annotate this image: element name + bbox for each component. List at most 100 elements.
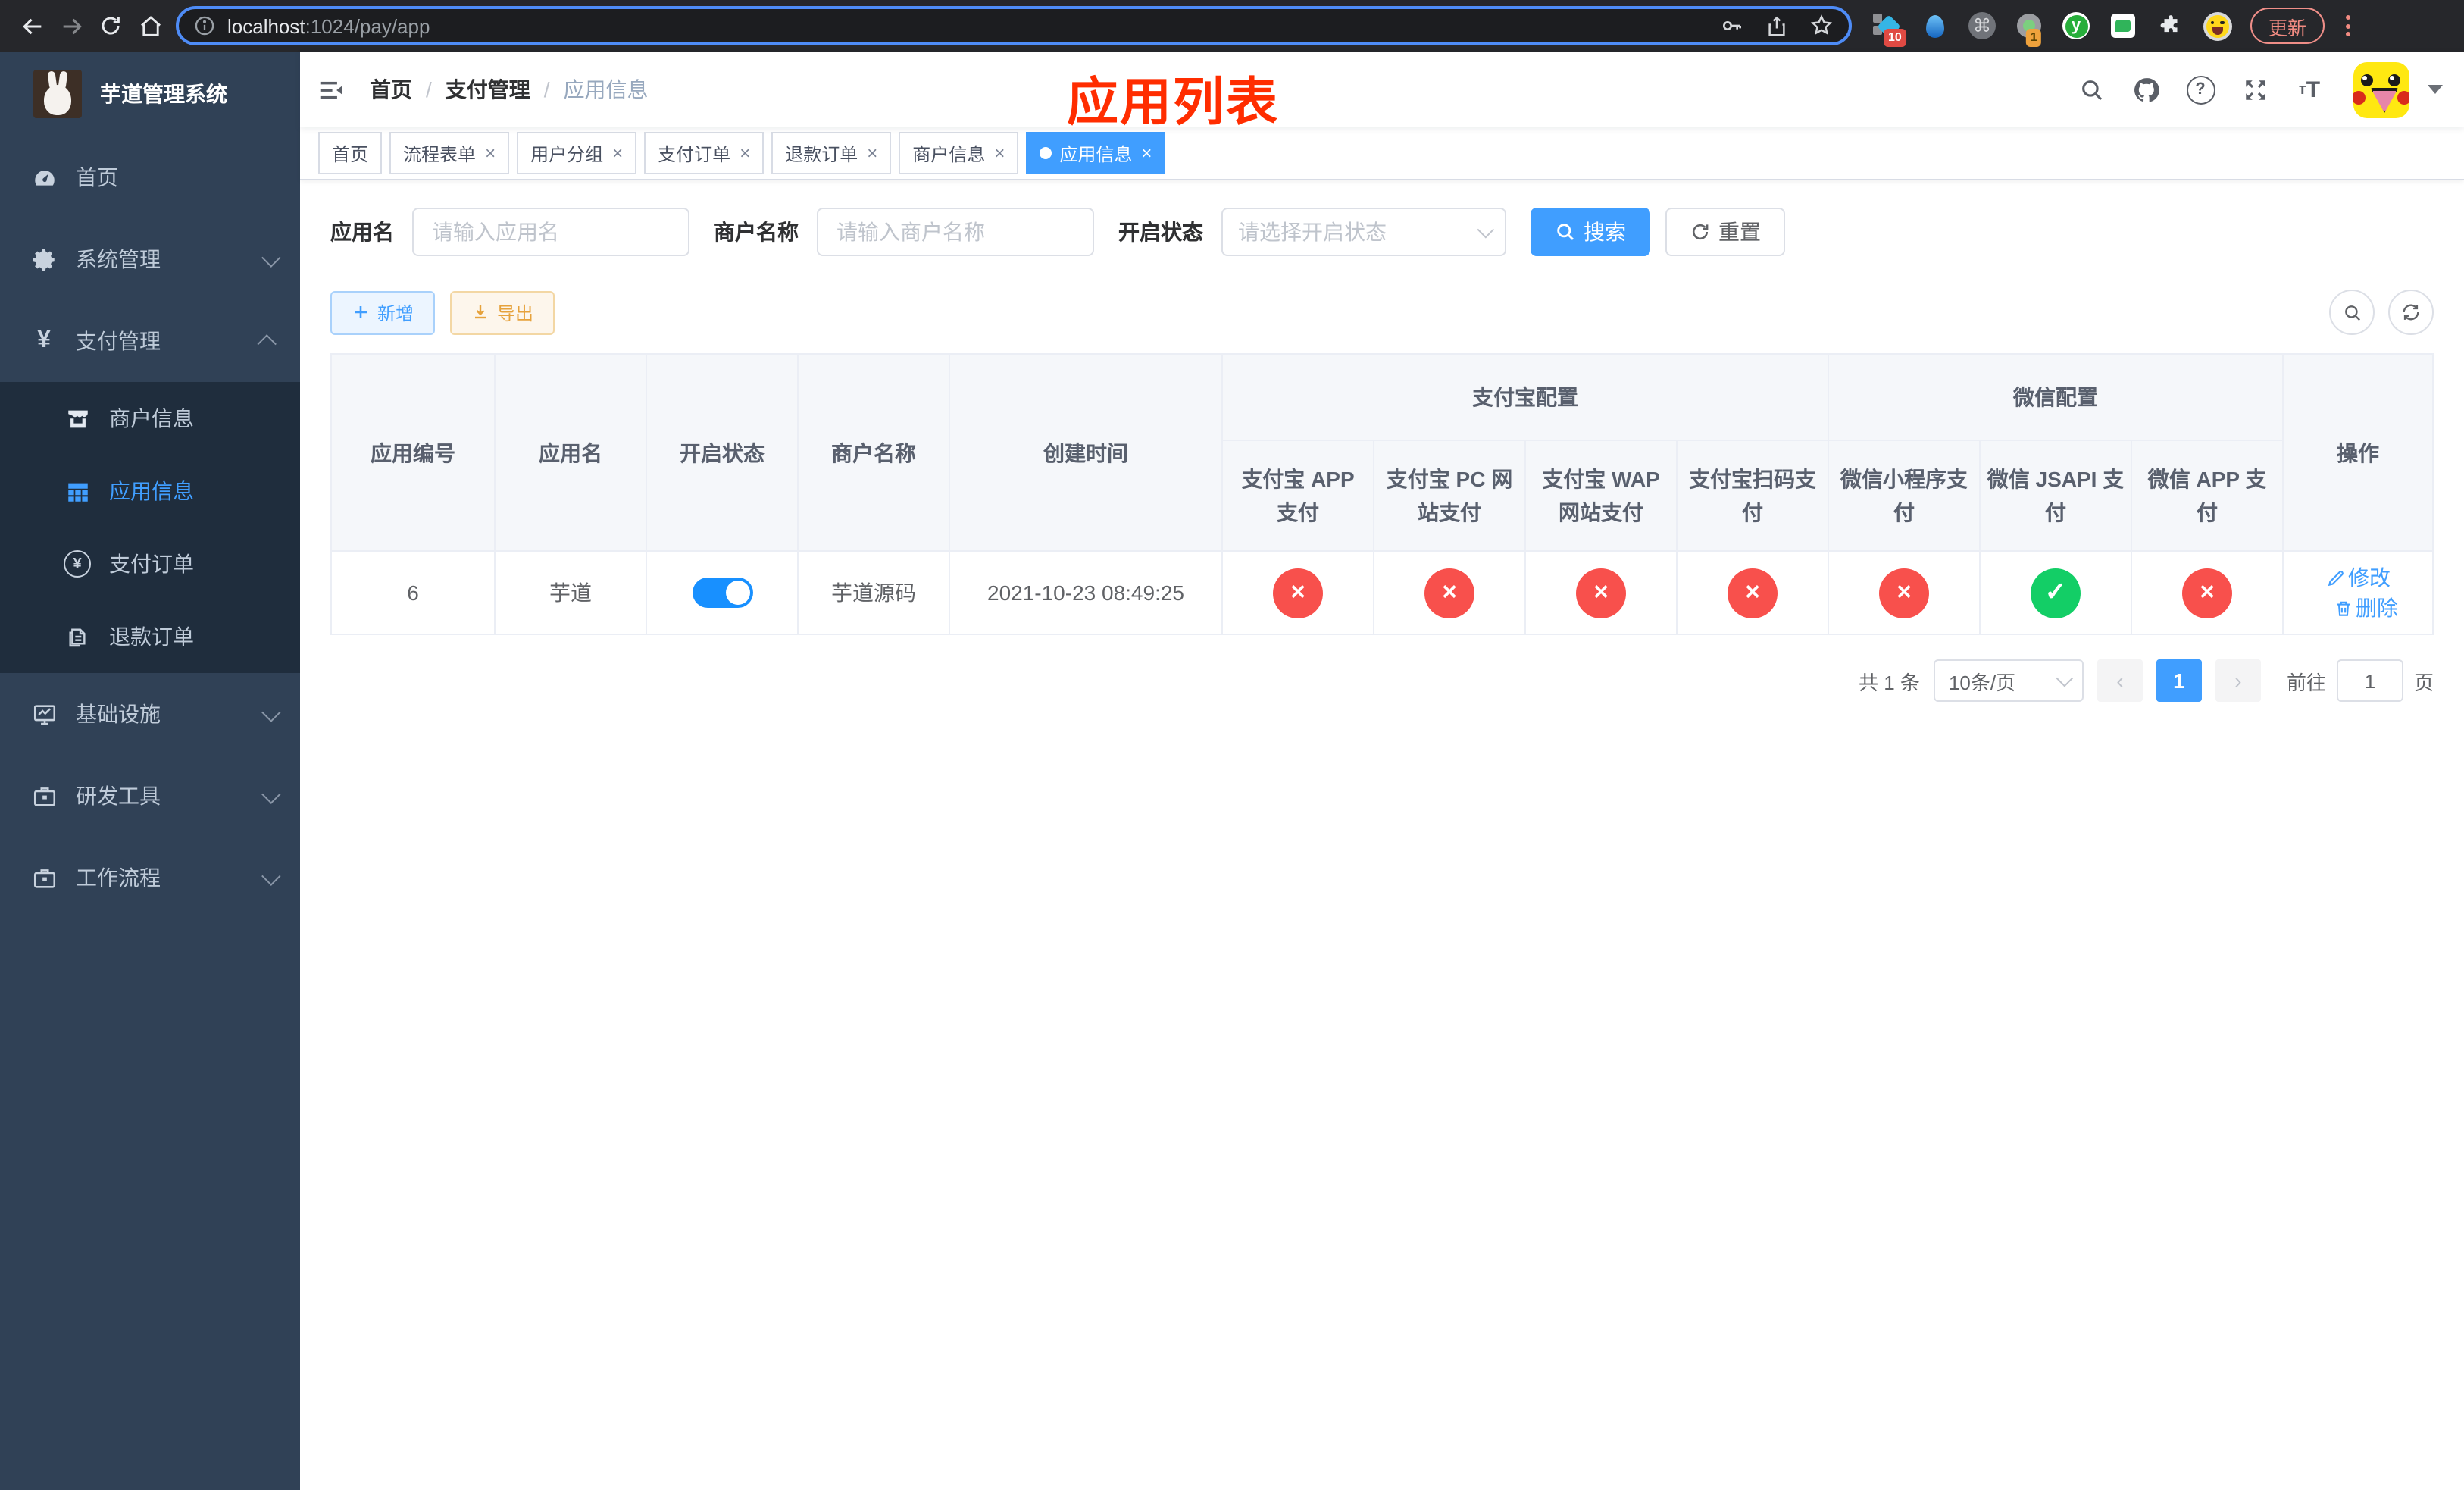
app-logo[interactable]: 芋道管理系统 [0, 52, 300, 136]
cell-app-name: 芋道 [494, 550, 647, 635]
disabled-cross-icon: × [1273, 568, 1323, 618]
tag-用户分组[interactable]: 用户分组 × [517, 132, 637, 174]
table-row: 6 芋道 芋道源码 2021-10-23 08:49:25 × × × × × … [330, 550, 2434, 635]
tag-退款订单[interactable]: 退款订单 × [771, 132, 892, 174]
disabled-cross-icon: × [1879, 568, 1929, 618]
col-wechat-app: 微信 APP 支付 [2130, 440, 2284, 552]
merchant-name-input[interactable] [817, 208, 1094, 256]
bookmark-star-icon[interactable] [1809, 14, 1834, 38]
col-alipay-app: 支付宝 APP 支付 [1221, 440, 1374, 552]
help-icon[interactable]: ? [2181, 70, 2220, 109]
password-key-icon[interactable] [1720, 14, 1744, 38]
cell-status [646, 550, 799, 635]
fullscreen-icon[interactable] [2235, 70, 2275, 109]
github-icon[interactable] [2126, 70, 2165, 109]
status-toggle[interactable] [692, 578, 752, 608]
tag-流程表单[interactable]: 流程表单 × [389, 132, 510, 174]
url-text[interactable]: localhost:1024/pay/app [227, 14, 1720, 37]
merchant-name-label: 商户名称 [714, 220, 799, 244]
tag-close-icon[interactable]: × [612, 144, 623, 162]
avatar-caret-icon[interactable] [2428, 85, 2443, 94]
sidebar-item-home[interactable]: 首页 [0, 136, 300, 218]
goto-page-input[interactable] [2336, 659, 2403, 702]
status-select[interactable]: 请选择开启状态 [1221, 208, 1506, 256]
sidebar-item-dev-tools[interactable]: 研发工具 [0, 755, 300, 837]
extension-y-icon[interactable]: y [2061, 11, 2091, 41]
sidebar-item-app-info[interactable]: 应用信息 [0, 455, 300, 527]
profile-avatar-icon[interactable] [2202, 11, 2232, 41]
page-content: 应用名 商户名称 开启状态 请选择开启状态 搜索 重置 [300, 180, 2464, 1490]
tag-首页[interactable]: 首页 [318, 132, 383, 174]
tag-商户信息[interactable]: 商户信息 × [899, 132, 1019, 174]
extension-balloon-icon[interactable] [1920, 11, 1950, 41]
toolbox-icon [30, 782, 58, 809]
share-icon[interactable] [1765, 14, 1788, 37]
next-page-button[interactable]: › [2215, 659, 2261, 702]
sidebar-item-payment[interactable]: ¥ 支付管理 [0, 300, 300, 382]
refresh-table-button[interactable] [2388, 290, 2434, 335]
breadcrumb-payment[interactable]: 支付管理 [446, 74, 530, 105]
app-name-label: 应用名 [330, 220, 394, 244]
extension-command-icon[interactable]: ⌘ [1967, 11, 1997, 41]
tag-label: 商户信息 [912, 143, 986, 164]
breadcrumb-current: 应用信息 [563, 77, 649, 102]
font-size-icon[interactable]: тT [2290, 70, 2329, 109]
tag-close-icon[interactable]: × [740, 144, 750, 162]
sidebar-item-workflow[interactable]: 工作流程 [0, 837, 300, 919]
sidebar-item-merchant-info[interactable]: 商户信息 [0, 382, 300, 455]
add-button[interactable]: 新增 [330, 290, 436, 334]
col-wechat-jsapi: 微信 JSAPI 支付 [1979, 440, 2132, 552]
col-alipay-pc: 支付宝 PC 网站支付 [1373, 440, 1526, 552]
edit-link[interactable]: 修改 [2325, 562, 2391, 593]
tag-close-icon[interactable]: × [1141, 144, 1152, 162]
extension-diamond-icon[interactable]: 10 [1873, 11, 1906, 47]
extensions-puzzle-icon[interactable] [2155, 11, 2185, 41]
app-table: 应用编号 应用名 开启状态 商户名称 创建时间 支付宝配置 微信配置 操作 支付… [330, 353, 2434, 635]
chevron-down-icon [261, 702, 281, 722]
tag-应用信息[interactable]: 应用信息 × [1026, 132, 1166, 174]
toggle-search-button[interactable] [2329, 290, 2375, 335]
tag-close-icon[interactable]: × [485, 144, 496, 162]
site-info-icon[interactable] [194, 15, 215, 36]
browser-menu-icon[interactable] [2334, 9, 2361, 42]
browser-back-icon[interactable] [12, 6, 52, 45]
tags-view-bar: 首页 流程表单 × 用户分组 × 支付订单 × 退款订单 × 商户信息 × 应用信息 × [300, 127, 2464, 180]
sidebar: 芋道管理系统 首页 系统管理 ¥ 支付管理 商户信息 应用信息 ¥ 支付订单 退… [0, 52, 300, 1490]
disabled-cross-icon: × [1576, 568, 1626, 618]
browser-forward-icon[interactable] [52, 6, 91, 45]
col-alipay-wap: 支付宝 WAP 网站支付 [1524, 440, 1678, 552]
sidebar-item-system[interactable]: 系统管理 [0, 218, 300, 300]
enabled-check-icon: ✓ [2031, 568, 2081, 618]
col-group-alipay: 支付宝配置 [1221, 353, 1829, 441]
cell-alipay-pc: × [1373, 550, 1526, 635]
export-button[interactable]: 导出 [450, 290, 555, 334]
tag-label: 首页 [332, 143, 369, 164]
browser-reload-icon[interactable] [91, 6, 130, 45]
prev-page-button[interactable]: ‹ [2097, 659, 2143, 702]
browser-update-button[interactable]: 更新 [2250, 8, 2325, 44]
address-bar[interactable]: localhost:1024/pay/app [176, 6, 1852, 45]
tag-close-icon[interactable]: × [994, 144, 1005, 162]
app-name-input[interactable] [412, 208, 689, 256]
breadcrumb-home[interactable]: 首页 [370, 74, 412, 105]
browser-home-icon[interactable] [130, 6, 170, 45]
page-size-select[interactable]: 10条/页 [1933, 659, 2084, 702]
delete-link[interactable]: 删除 [2333, 593, 2398, 623]
page-number-button[interactable]: 1 [2156, 659, 2202, 702]
col-created: 创建时间 [949, 353, 1223, 552]
cell-actions: 修改 删除 [2282, 550, 2434, 635]
header-search-icon[interactable] [2072, 70, 2111, 109]
extension-record-icon[interactable]: 1 [2014, 11, 2044, 47]
sidebar-toggle-icon[interactable] [303, 62, 358, 117]
tag-支付订单[interactable]: 支付订单 × [644, 132, 765, 174]
sidebar-item-infrastructure[interactable]: 基础设施 [0, 673, 300, 755]
reset-button[interactable]: 重置 [1665, 208, 1785, 256]
extension-chat-icon[interactable] [2108, 11, 2138, 41]
sidebar-item-pay-orders[interactable]: ¥ 支付订单 [0, 527, 300, 600]
tag-close-icon[interactable]: × [867, 144, 877, 162]
sidebar-item-refund-orders[interactable]: 退款订单 [0, 600, 300, 673]
search-button[interactable]: 搜索 [1531, 208, 1650, 256]
browser-toolbar: localhost:1024/pay/app 10 ⌘ 1 y 更新 [0, 0, 2464, 52]
user-avatar[interactable] [2353, 61, 2409, 117]
grid-icon [64, 477, 91, 505]
